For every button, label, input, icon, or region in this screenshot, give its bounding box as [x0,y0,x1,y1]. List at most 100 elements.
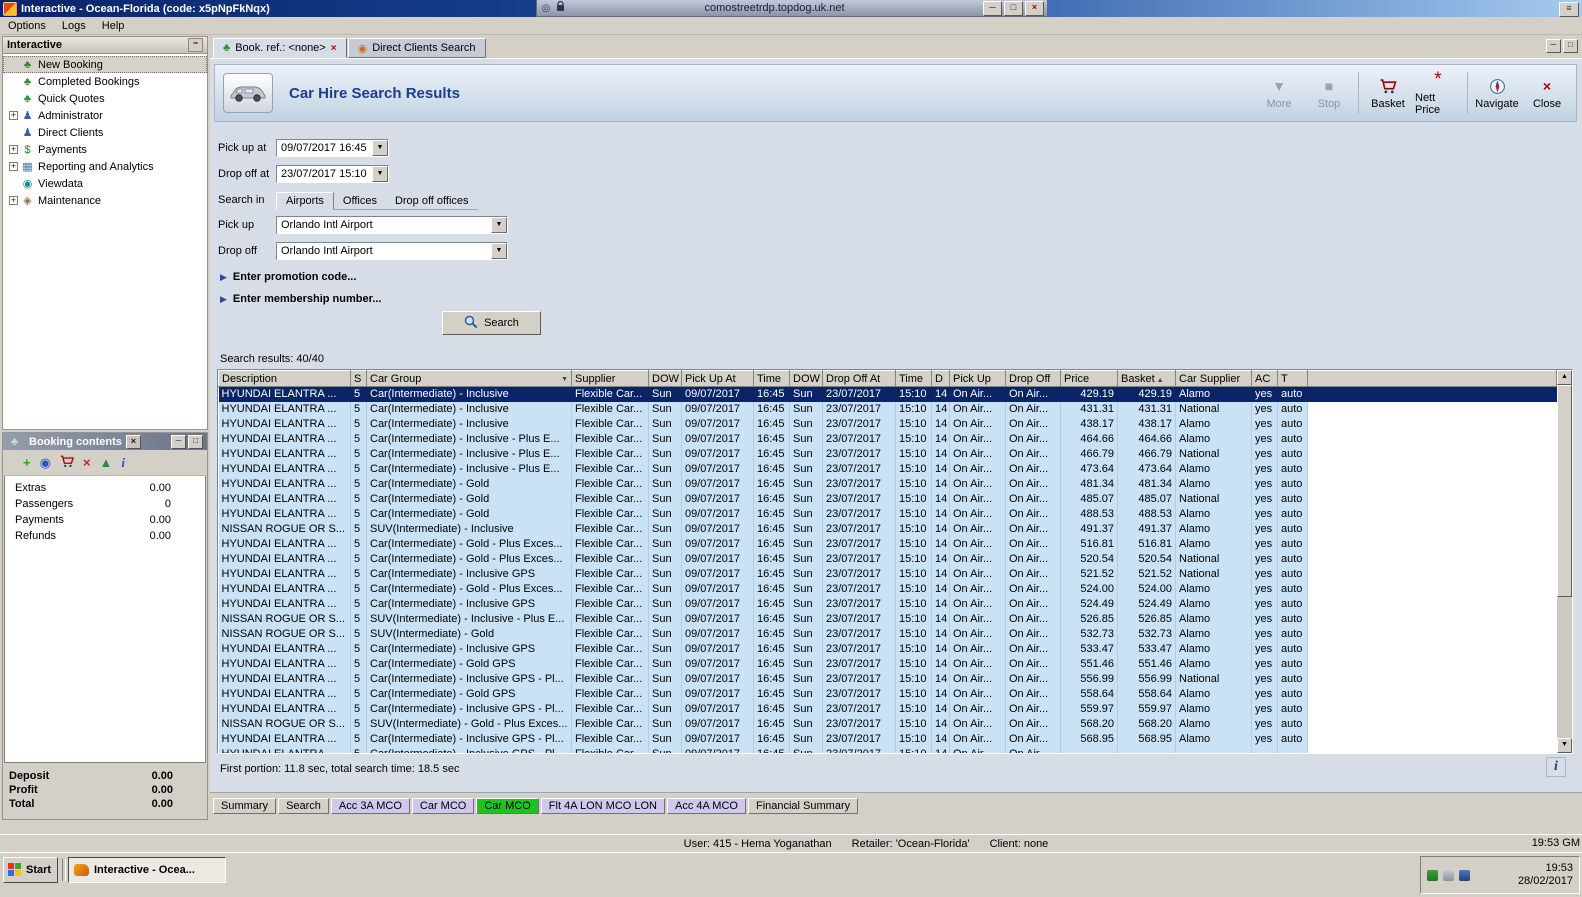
tabs-restore-icon[interactable]: □ [1563,39,1578,53]
basket-icon[interactable] [60,455,74,470]
nett-price-button[interactable]: * Nett Price [1415,68,1461,118]
close-button[interactable]: × Close [1524,68,1570,118]
result-row[interactable]: HYUNDAI ELANTRA ... 5 Car(Intermediate) - … [218,552,1557,567]
sidebar-item-maintenance[interactable]: + ◈ Maintenance [3,192,207,209]
move-up-icon[interactable]: ▲ [100,456,113,469]
bottom-tab-financial-summary[interactable]: Financial Summary [747,798,859,814]
sidebar-item-quick-quotes[interactable]: ♣ Quick Quotes [3,90,207,107]
result-row[interactable]: HYUNDAI ELANTRA ... 5 Car(Intermediate) - … [218,702,1557,717]
result-row[interactable]: HYUNDAI ELANTRA ... 5 Car(Intermediate) - … [218,537,1557,552]
tab-dropoff-offices[interactable]: Drop off offices [386,193,478,209]
rdp-restore-button[interactable]: □ [1004,0,1023,16]
booking-contents-caption[interactable]: ♣ Booking contents × ─ □ [3,433,207,450]
tab-offices[interactable]: Offices [334,193,386,209]
rdp-close-button[interactable]: × [1025,0,1044,16]
delete-icon[interactable]: × [83,456,91,469]
network-icon[interactable] [1427,869,1438,881]
tab-airports[interactable]: Airports [276,192,334,210]
column-header-d[interactable]: D [931,370,950,387]
bottom-tab-acc-4a-mco[interactable]: Acc 4A MCO [667,798,746,814]
bottom-tab-search[interactable]: Search [278,798,329,814]
column-header-dow[interactable]: DOW [648,370,682,387]
column-header-pick-up[interactable]: Pick Up [949,370,1006,387]
column-header-basket[interactable]: Basket ▲ [1117,370,1176,387]
taskbar-task-interactive[interactable]: Interactive - Ocea... [68,857,226,883]
expand-icon[interactable]: + [9,196,18,205]
dropoff-combobox[interactable]: Orlando Intl Airport ▼ [276,242,508,260]
scrollbar-thumb[interactable] [1557,385,1572,597]
column-header-time[interactable]: Time [753,370,790,387]
basket-button[interactable]: Basket [1365,68,1411,118]
column-header-pick-up-at[interactable]: Pick Up At [681,370,754,387]
result-row[interactable]: HYUNDAI ELANTRA ... 5 Car(Intermediate) - … [218,462,1557,477]
booking-contents-item[interactable]: Extras 0.00 [5,480,205,496]
column-header-drop-off[interactable]: Drop Off [1005,370,1061,387]
column-header-drop-off-at[interactable]: Drop Off At [822,370,896,387]
chevron-down-icon[interactable]: ▼ [491,243,507,259]
sidebar-item-payments[interactable]: + $ Payments [3,141,207,158]
column-header-t[interactable]: T [1277,370,1308,387]
sidebar-item-administrator[interactable]: + ♟ Administrator [3,107,207,124]
result-row[interactable]: HYUNDAI ELANTRA ... 5 Car(Intermediate) - … [218,732,1557,747]
menu-help[interactable]: Help [94,19,133,33]
sidebar-item-viewdata[interactable]: ◉ Viewdata [3,175,207,192]
result-row[interactable]: HYUNDAI ELANTRA ... 5 Car(Intermediate) - … [218,747,1557,753]
sidebar-item-direct-clients[interactable]: ♟ Direct Clients [3,124,207,141]
filter-icon[interactable]: ▼ [561,376,568,383]
scroll-up-icon[interactable]: ▲ [1557,370,1572,385]
tab-direct-clients-search[interactable]: ◉ Direct Clients Search [347,38,486,58]
sidebar-item-new-booking[interactable]: ♣ New Booking [3,56,207,73]
add-icon[interactable]: + [23,456,31,469]
column-header-supplier[interactable]: Supplier [571,370,649,387]
result-row[interactable]: HYUNDAI ELANTRA ... 5 Car(Intermediate) - … [218,597,1557,612]
globe-icon[interactable]: ◉ [40,456,51,469]
result-row[interactable]: HYUNDAI ELANTRA ... 5 Car(Intermediate) - … [218,582,1557,597]
panel-minimize-icon[interactable]: ─ [171,434,186,449]
menu-logs[interactable]: Logs [54,19,94,33]
result-row[interactable]: HYUNDAI ELANTRA ... 5 Car(Intermediate) - … [218,657,1557,672]
column-header-description[interactable]: Description [218,370,351,387]
bottom-tab-car-mco[interactable]: Car MCO [476,798,539,814]
stop-button[interactable]: ■ Stop [1306,68,1352,118]
result-row[interactable]: HYUNDAI ELANTRA ... 5 Car(Intermediate) - … [218,477,1557,492]
column-header-price[interactable]: Price [1060,370,1118,387]
navigate-button[interactable]: Navigate [1474,68,1520,118]
booking-contents-item[interactable]: Payments 0.00 [5,512,205,528]
promotion-code-toggle[interactable]: ▶ Enter promotion code... [220,271,356,283]
chevron-down-icon[interactable]: ▼ [372,140,388,156]
column-header-s[interactable]: S [350,370,367,387]
more-button[interactable]: ▼ More [1256,68,1302,118]
vertical-scrollbar[interactable]: ▲ ▼ [1557,370,1572,753]
rdp-minimize-button[interactable]: ─ [983,0,1002,16]
result-row[interactable]: HYUNDAI ELANTRA ... 5 Car(Intermediate) - … [218,386,1557,402]
result-row[interactable]: NISSAN ROGUE OR S... 5 SUV(Intermediate) -… [218,717,1557,732]
info-icon[interactable]: i [121,456,125,469]
pickup-at-input[interactable]: 09/07/2017 16:45 ▼ [276,139,389,157]
close-panel-icon[interactable]: × [125,434,141,449]
tabs-minimize-icon[interactable]: ─ [1546,39,1561,53]
result-row[interactable]: HYUNDAI ELANTRA ... 5 Car(Intermediate) - … [218,672,1557,687]
column-header-ac[interactable]: AC [1251,370,1278,387]
result-row[interactable]: HYUNDAI ELANTRA ... 5 Car(Intermediate) - … [218,402,1557,417]
pin-icon[interactable]: ◎ [540,3,552,14]
result-row[interactable]: HYUNDAI ELANTRA ... 5 Car(Intermediate) - … [218,687,1557,702]
column-header-car-supplier[interactable]: Car Supplier [1175,370,1252,387]
search-button[interactable]: Search [442,311,541,335]
result-row[interactable]: HYUNDAI ELANTRA ... 5 Car(Intermediate) - … [218,567,1557,582]
bottom-tab-acc-3a-mco[interactable]: Acc 3A MCO [330,798,410,814]
column-header-car-group[interactable]: Car Group ▼ [366,370,572,387]
tab-booking-ref[interactable]: ♣ Book. ref.: <none> × [213,38,347,58]
expand-icon[interactable]: + [9,111,18,120]
bottom-tab-car-mco[interactable]: Car MCO [411,798,475,814]
window-menu-button[interactable]: ≡ [1559,2,1579,17]
result-row[interactable]: HYUNDAI ELANTRA ... 5 Car(Intermediate) - … [218,447,1557,462]
dropoff-at-input[interactable]: 23/07/2017 15:10 ▼ [276,165,389,183]
booking-contents-item[interactable]: Refunds 0.00 [5,528,205,544]
result-row[interactable]: HYUNDAI ELANTRA ... 5 Car(Intermediate) - … [218,492,1557,507]
result-row[interactable]: NISSAN ROGUE OR S... 5 SUV(Intermediate) -… [218,522,1557,537]
membership-number-toggle[interactable]: ▶ Enter membership number... [220,293,381,305]
rdp-connection-bar[interactable]: ◎ comostreetrdp.topdog.uk.net ─ □ × [536,0,1048,17]
expand-icon[interactable]: + [9,162,18,171]
chevron-down-icon[interactable]: ▼ [372,166,388,182]
result-row[interactable]: HYUNDAI ELANTRA ... 5 Car(Intermediate) - … [218,507,1557,522]
